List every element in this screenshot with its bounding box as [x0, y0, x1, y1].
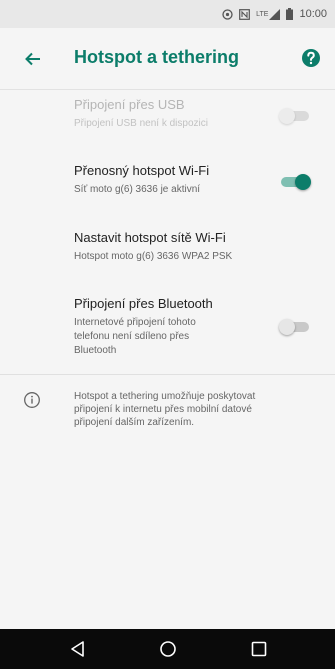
switch-thumb [279, 108, 295, 124]
bluetooth-tethering-title: Připojení přes Bluetooth [74, 296, 213, 311]
info-line: připojení dalším zařízením. [74, 417, 195, 428]
switch-thumb [295, 174, 311, 190]
network-label: LTE [256, 10, 269, 18]
bluetooth-tethering-summary: Internetové připojení tohoto telefonu ne… [74, 316, 265, 358]
navigation-bar [0, 629, 335, 669]
setup-hotspot-title: Nastavit hotspot sítě Wi-Fi [74, 230, 226, 245]
setting-wifi-hotspot[interactable]: Přenosný hotspot Wi-Fi Síť moto g(6) 363… [0, 162, 335, 197]
nfc-icon [222, 8, 233, 20]
info-line: připojení k internetu přes mobilní datov… [74, 404, 252, 415]
info-line: Hotspot a tethering umožňuje poskytovat [74, 391, 256, 402]
bluetooth-tethering-switch[interactable] [279, 317, 313, 337]
setting-bluetooth-tethering[interactable]: Připojení přes Bluetooth Internetové při… [0, 295, 335, 358]
wifi-hotspot-switch[interactable] [279, 172, 313, 192]
divider [0, 374, 335, 375]
summary-line: Bluetooth [74, 345, 117, 356]
usb-tethering-title: Připojení přes USB [74, 97, 185, 112]
summary-line: Internetové připojení tohoto [74, 317, 196, 328]
help-icon[interactable] [300, 47, 322, 69]
info-text: Hotspot a tethering umožňuje poskytovat … [74, 390, 314, 429]
app-bar: Hotspot a tethering [0, 28, 335, 90]
nav-back-icon[interactable] [68, 639, 88, 659]
nfc-n-icon [239, 8, 251, 20]
status-time: 10:00 [299, 8, 327, 20]
usb-tethering-summary: Připojení USB není k dispozici [74, 118, 208, 129]
wifi-hotspot-summary: Síť moto g(6) 3636 je aktivní [74, 184, 201, 195]
battery-icon [286, 8, 294, 20]
nav-recents-icon[interactable] [249, 639, 269, 659]
usb-tethering-switch[interactable] [279, 106, 313, 126]
page-title: Hotspot a tethering [74, 47, 239, 67]
nav-home-icon[interactable] [158, 639, 178, 659]
switch-thumb [279, 319, 295, 335]
setting-usb-tethering[interactable]: Připojení přes USB Připojení USB není k … [0, 96, 335, 131]
setup-hotspot-summary: Hotspot moto g(6) 3636 WPA2 PSK [74, 251, 233, 262]
setting-setup-wifi-hotspot[interactable]: Nastavit hotspot sítě Wi-Fi Hotspot moto… [0, 229, 335, 264]
signal-icon: LTE [256, 8, 281, 20]
info-icon [23, 391, 41, 409]
summary-line: telefonu není sdíleno přes [74, 331, 190, 342]
wifi-hotspot-title: Přenosný hotspot Wi-Fi [74, 163, 210, 178]
arrow-back-icon[interactable] [22, 48, 44, 70]
status-bar: LTE 10:00 [0, 0, 335, 28]
